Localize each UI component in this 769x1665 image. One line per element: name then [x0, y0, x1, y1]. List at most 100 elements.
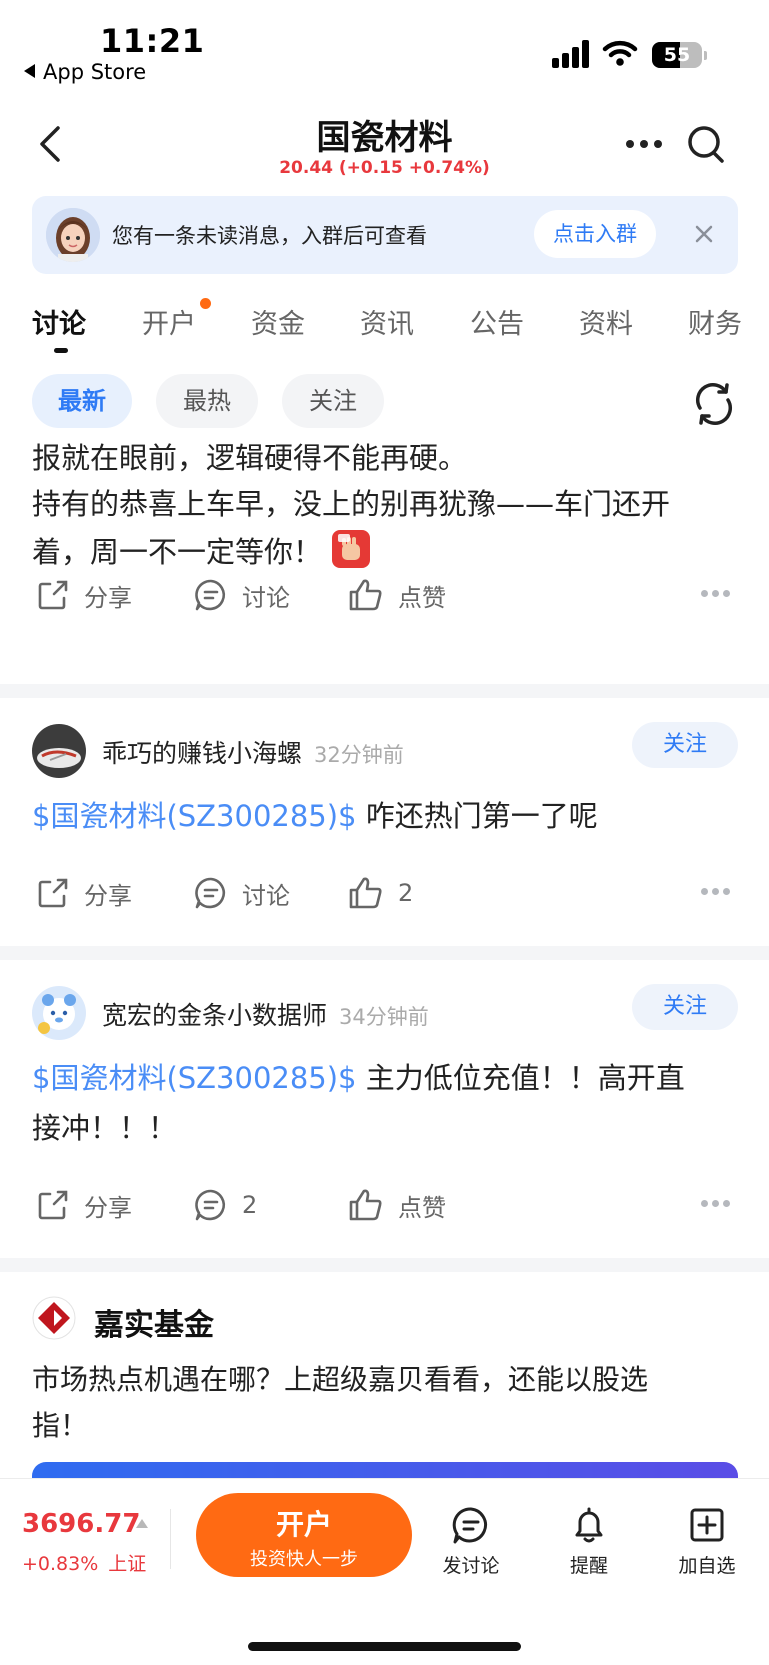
fist-salute-emoji-icon: [332, 530, 371, 568]
comment-icon: [195, 877, 226, 909]
tab-open-account[interactable]: 开户: [142, 302, 196, 341]
reminder-button[interactable]: 提醒: [544, 1505, 634, 1578]
tab-news[interactable]: 资讯: [360, 302, 414, 341]
post-time: 32分钟前: [314, 743, 404, 767]
status-time: 11:21: [100, 22, 205, 60]
refresh-icon[interactable]: [692, 382, 736, 426]
share-button[interactable]: 分享: [36, 868, 132, 918]
add-square-icon: [690, 1508, 724, 1542]
post-text: 主力低位充值！！高开直: [356, 1061, 685, 1095]
follow-button[interactable]: 关注: [632, 722, 738, 768]
share-button[interactable]: 分享: [36, 1180, 132, 1230]
user-avatar[interactable]: [32, 986, 86, 1040]
bell-icon: [575, 1507, 603, 1543]
comment-icon: [195, 579, 226, 611]
user-name[interactable]: 宽宏的金条小数据师 34分钟前: [102, 996, 429, 1032]
post-content: $国瓷材料(SZ300285)$ 主力低位充值！！高开直: [32, 1054, 732, 1102]
post-actions: 分享 2 点赞: [0, 1180, 769, 1230]
battery-tip: [704, 51, 707, 60]
share-button[interactable]: 分享: [36, 570, 132, 620]
close-icon[interactable]: [690, 220, 718, 248]
comment-button[interactable]: 2: [194, 1180, 257, 1230]
user-name[interactable]: 乖巧的赚钱小海螺 32分钟前: [102, 734, 404, 770]
sponsor-name: 嘉实基金: [94, 1308, 214, 1343]
more-icon[interactable]: [624, 132, 664, 156]
sponsored-text: 指！: [32, 1409, 89, 1442]
comment-button[interactable]: 讨论: [194, 868, 290, 918]
share-icon: [38, 878, 68, 908]
share-icon: [38, 1190, 68, 1220]
index-name: 上证: [108, 1553, 147, 1575]
share-label: 分享: [84, 881, 132, 910]
post-author: 宽宏的金条小数据师 34分钟前 关注: [32, 982, 738, 1042]
tab-finance[interactable]: 财务: [688, 302, 742, 341]
comment-count: 2: [242, 1191, 258, 1219]
bar-separator: [170, 1509, 171, 1569]
battery-level: 55: [663, 44, 691, 66]
post-text-line: 持有的恭喜上车早，没上的别再犹豫——车门还开: [32, 487, 671, 521]
like-button[interactable]: 点赞: [348, 570, 446, 620]
join-group-button[interactable]: 点击入群: [534, 210, 656, 258]
filter-latest[interactable]: 最新: [32, 374, 132, 428]
group-notice-banner: 您有一条未读消息，入群后可查看 点击入群: [32, 196, 738, 274]
stock-quote: 20.44 (+0.15 +0.74%): [279, 158, 490, 178]
filter-hot[interactable]: 最热: [156, 374, 258, 428]
tab-announcements[interactable]: 公告: [470, 302, 524, 341]
user-avatar[interactable]: [32, 724, 86, 778]
like-button[interactable]: 点赞: [348, 1180, 446, 1230]
notice-text: 您有一条未读消息，入群后可查看: [112, 224, 427, 248]
follow-button[interactable]: 关注: [632, 984, 738, 1030]
like-button[interactable]: 2: [348, 868, 413, 918]
section-divider: [0, 1258, 769, 1272]
post-text-line: 报就在眼前，逻辑硬得不能再硬。: [32, 441, 468, 475]
stock-tabs: 讨论 开户 资金 资讯 公告 资料 财务: [0, 298, 769, 358]
post-text: 咋还热门第一了呢: [356, 799, 598, 833]
filter-following[interactable]: 关注: [282, 374, 384, 428]
open-account-label: 开户: [275, 1508, 332, 1541]
tab-discussion[interactable]: 讨论: [32, 302, 86, 341]
back-triangle-icon: [24, 64, 35, 78]
tab-profile[interactable]: 资料: [579, 302, 633, 341]
share-icon: [38, 580, 68, 610]
back-to-app-store[interactable]: App Store: [24, 60, 146, 84]
open-account-subtitle: 投资快人一步: [250, 1549, 358, 1570]
add-watchlist-label: 加自选: [678, 1555, 736, 1577]
section-divider: [0, 946, 769, 960]
post-more-icon[interactable]: [701, 590, 731, 598]
comment-button[interactable]: 讨论: [194, 570, 290, 620]
post-discussion-button[interactable]: 发讨论: [426, 1505, 516, 1578]
like-label: 点赞: [398, 583, 446, 612]
index-up-arrow-icon: [136, 1519, 148, 1528]
thumbs-up-icon: [349, 877, 382, 909]
share-label: 分享: [84, 1193, 132, 1222]
stock-tag-link[interactable]: $国瓷材料(SZ300285)$: [32, 799, 357, 833]
section-divider: [0, 684, 769, 698]
comment-icon: [452, 1507, 487, 1544]
tab-funds[interactable]: 资金: [251, 302, 305, 341]
share-label: 分享: [84, 583, 132, 612]
post-time: 34分钟前: [339, 1005, 429, 1029]
reminder-label: 提醒: [569, 1555, 608, 1577]
post-more-icon[interactable]: [701, 888, 731, 896]
notification-dot: [200, 298, 211, 309]
add-watchlist-button[interactable]: 加自选: [662, 1505, 752, 1578]
index-value[interactable]: 3696.77: [22, 1509, 140, 1539]
post-content: $国瓷材料(SZ300285)$ 咋还热门第一了呢: [32, 792, 732, 840]
comment-label: 讨论: [242, 583, 290, 612]
post-discussion-label: 发讨论: [442, 1555, 500, 1577]
open-account-button[interactable]: 开户 投资快人一步: [196, 1493, 412, 1577]
post-more-icon[interactable]: [701, 1200, 731, 1208]
home-indicator[interactable]: [248, 1642, 521, 1651]
search-icon[interactable]: [684, 122, 728, 166]
fund-logo-icon: [32, 1296, 76, 1340]
stock-tag-link[interactable]: $国瓷材料(SZ300285)$: [32, 1061, 357, 1095]
post-text-line: 着，周一不一定等你！: [32, 528, 732, 576]
post-text: 着，周一不一定等你！: [32, 535, 323, 569]
back-app-label: App Store: [43, 60, 147, 84]
comment-label: 讨论: [242, 881, 290, 910]
sponsored-text: 市场热点机遇在哪？上超级嘉贝看看，还能以股选: [32, 1363, 649, 1396]
like-label: 点赞: [398, 1193, 446, 1222]
status-bar: 11:21 App Store 55: [0, 0, 769, 100]
post-text-line: 接冲！！！: [32, 1111, 178, 1145]
assistant-avatar: [46, 208, 100, 262]
